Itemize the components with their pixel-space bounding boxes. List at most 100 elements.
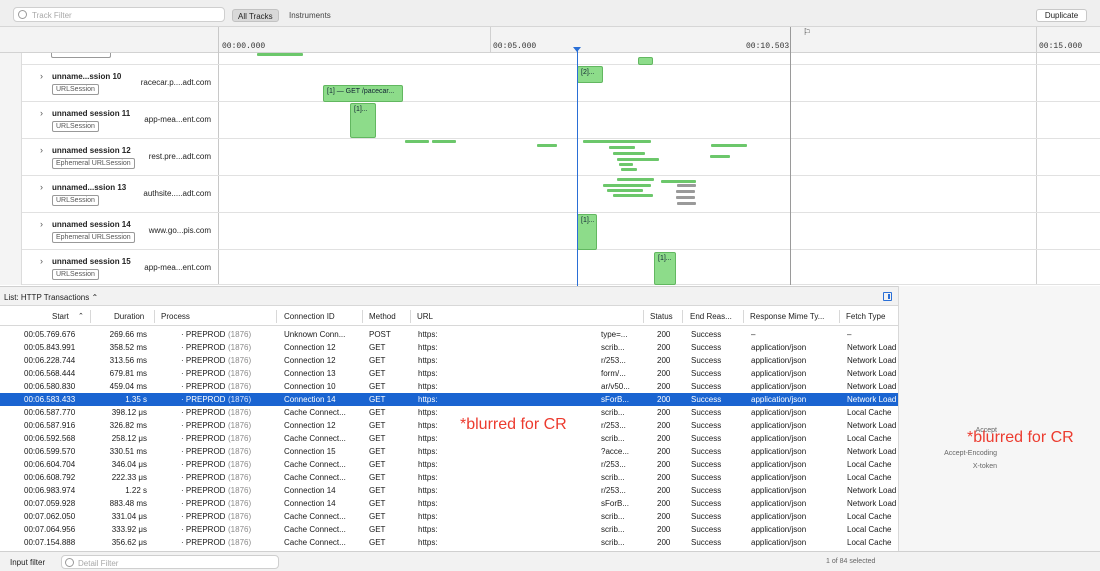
chevron-right-icon[interactable]: ›	[40, 219, 43, 229]
table-row[interactable]: 00:06.568.444 679.81 ms · PREPROD (1876) Con…	[0, 367, 898, 380]
col-connection[interactable]: Connection ID	[284, 312, 335, 321]
table-row[interactable]: 00:06.599.570 330.51 ms · PREPROD (1876) Con…	[0, 445, 898, 458]
column-separator[interactable]	[362, 310, 363, 323]
timeline-bar[interactable]	[609, 146, 635, 149]
cell-url2: scrib...	[601, 473, 625, 482]
column-separator[interactable]	[154, 310, 155, 323]
timeline-bar[interactable]: [1]...	[350, 103, 376, 138]
table-row[interactable]: 00:06.228.744 313.56 ms · PREPROD (1876) Con…	[0, 354, 898, 367]
timeline-bar[interactable]	[617, 158, 659, 161]
timeline-bar[interactable]: [1] — GET /pacecar...	[323, 85, 403, 102]
table-row[interactable]: 00:06.580.830 459.04 ms · PREPROD (1876) Con…	[0, 380, 898, 393]
detail-filter-input[interactable]: Detail Filter	[61, 555, 279, 569]
timeline-bar[interactable]	[619, 163, 633, 166]
playhead[interactable]	[577, 50, 578, 286]
track-session-15[interactable]: › unnamed session 15 URLSession app-mea.…	[22, 250, 1100, 285]
cell-dur: 356.62 μs	[111, 538, 147, 547]
timeline-bar[interactable]	[676, 196, 695, 199]
chevron-right-icon[interactable]: ›	[40, 108, 43, 118]
chevron-right-icon[interactable]: ›	[40, 256, 43, 266]
flag-icon[interactable]: ⚐	[803, 27, 811, 38]
col-start[interactable]: Start	[52, 312, 69, 321]
col-end-reason[interactable]: End Reas...	[690, 312, 732, 321]
cell-fetch: Local Cache	[847, 460, 892, 469]
timeline-bar[interactable]: [1]...	[577, 214, 597, 250]
cell-url2: r/253...	[601, 486, 626, 495]
track-session-11[interactable]: › unnamed session 11 URLSession app-mea.…	[22, 102, 1100, 139]
inspector-toggle-icon[interactable]	[883, 292, 892, 301]
timeline-bar[interactable]: [2]...	[577, 66, 603, 83]
column-separator[interactable]	[276, 310, 277, 323]
table-row[interactable]: 00:06.608.792 222.33 μs · PREPROD (1876) Cac…	[0, 471, 898, 484]
track-session-13[interactable]: › unnamed...ssion 13 URLSession authsite…	[22, 176, 1100, 213]
col-mime[interactable]: Response Mime Ty...	[750, 312, 824, 321]
timeline-bar[interactable]	[710, 155, 730, 158]
timeline-bar[interactable]: [1]...	[654, 252, 676, 285]
table-row[interactable]: 00:07.154.888 356.62 μs · PREPROD (1876) Cac…	[0, 536, 898, 549]
table-row[interactable]: 00:06.583.433 1.35 s · PREPROD (1876) Connec…	[0, 393, 898, 406]
timeline-bar[interactable]	[257, 53, 303, 56]
timeline-bar[interactable]	[677, 184, 696, 187]
timeline-bar[interactable]	[677, 202, 696, 205]
table-row[interactable]: 00:06.592.568 258.12 μs · PREPROD (1876) Cac…	[0, 432, 898, 445]
list-selector[interactable]: List: HTTP Transactions ⌃	[4, 293, 98, 302]
track-session-12[interactable]: › unnamed session 12 Ephemeral URLSessio…	[22, 139, 1100, 176]
table-row[interactable]: 00:07.062.050 331.04 μs · PREPROD (1876) Cac…	[0, 510, 898, 523]
table-row[interactable]: 00:07.064.956 333.92 μs · PREPROD (1876) Cac…	[0, 523, 898, 536]
timeline-bar[interactable]	[537, 144, 557, 147]
table-row[interactable]: 00:06.983.974 1.22 s · PREPROD (1876) Connec…	[0, 484, 898, 497]
table-row[interactable]: 00:07.059.928 883.48 ms · PREPROD (1876) Con…	[0, 497, 898, 510]
column-separator[interactable]	[839, 310, 840, 323]
chevron-right-icon[interactable]: ›	[40, 71, 43, 81]
selection-count: 1 of 84 selected	[826, 558, 876, 565]
track-filter-input[interactable]: Track Filter	[13, 7, 225, 22]
instruments-tab[interactable]: Instruments	[284, 9, 336, 22]
track-session-14[interactable]: › unnamed session 14 Ephemeral URLSessio…	[22, 213, 1100, 250]
table-row[interactable]: 00:05.769.676 269.66 ms · PREPROD (1876) Unk…	[0, 328, 898, 341]
cell-start: 00:06.608.792	[24, 473, 76, 482]
chevron-right-icon[interactable]: ›	[40, 145, 43, 155]
col-url[interactable]: URL	[417, 312, 433, 321]
timeline-bar[interactable]	[661, 180, 696, 183]
timeline-bar[interactable]	[617, 178, 654, 181]
all-tracks-tab[interactable]: All Tracks	[232, 9, 279, 22]
input-filter-label[interactable]: Input filter	[10, 558, 45, 567]
duplicate-button[interactable]: Duplicate	[1036, 9, 1087, 22]
timeline-bar[interactable]	[711, 144, 747, 147]
timeline-bar[interactable]	[676, 190, 695, 193]
cell-status: 200	[657, 369, 671, 378]
track-session-10[interactable]: › unname...ssion 10 URLSession racecar.p…	[22, 65, 1100, 102]
column-separator[interactable]	[410, 310, 411, 323]
timeline-bar[interactable]	[613, 152, 645, 155]
cell-end: Success	[691, 330, 722, 339]
col-fetch-type[interactable]: Fetch Type	[846, 312, 885, 321]
col-process[interactable]: Process	[161, 312, 190, 321]
timeline-bar[interactable]	[621, 168, 637, 171]
timeline-bar[interactable]	[607, 189, 643, 192]
table-row[interactable]: 00:05.843.991 358.52 ms · PREPROD (1876) Con…	[0, 341, 898, 354]
timeline-ruler[interactable]	[0, 27, 1100, 53]
playhead-marker-icon[interactable]	[573, 47, 581, 52]
col-status[interactable]: Status	[650, 312, 673, 321]
table-row[interactable]: 00:06.587.916 326.82 ms · PREPROD (1876) Con…	[0, 419, 898, 432]
column-separator[interactable]	[682, 310, 683, 323]
timeline-bar[interactable]	[603, 184, 651, 187]
sort-ascending-icon[interactable]: ⌃	[78, 312, 84, 320]
column-separator[interactable]	[90, 310, 91, 323]
cell-pid: (1876)	[228, 538, 252, 547]
timeline-bar[interactable]	[613, 194, 653, 197]
col-method[interactable]: Method	[369, 312, 396, 321]
table-row[interactable]: 00:06.587.770 398.12 μs · PREPROD (1876) Cac…	[0, 406, 898, 419]
chevron-right-icon[interactable]: ›	[40, 182, 43, 192]
cell-dur: 459.04 ms	[109, 382, 147, 391]
timeline-bar[interactable]	[432, 140, 456, 143]
column-separator[interactable]	[743, 310, 744, 323]
col-duration[interactable]: Duration	[114, 312, 144, 321]
cell-conn: Cache Connect...	[284, 460, 346, 469]
cell-conn: Connection 12	[284, 343, 336, 352]
timeline-bar[interactable]	[405, 140, 429, 143]
timeline-bar[interactable]	[583, 140, 651, 143]
timeline-bar[interactable]	[638, 57, 653, 65]
column-separator[interactable]	[643, 310, 644, 323]
table-row[interactable]: 00:06.604.704 346.04 μs · PREPROD (1876) Cac…	[0, 458, 898, 471]
